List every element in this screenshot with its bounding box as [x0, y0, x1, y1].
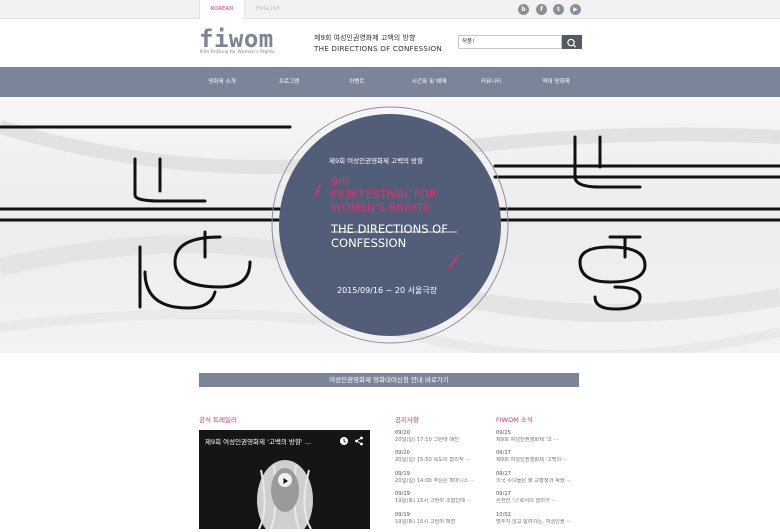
notice-date: 09/20 — [395, 430, 410, 436]
hero-theme-1: THE DIRECTIONS OF — [331, 222, 448, 236]
lang-korean-tab[interactable]: KOREAN — [199, 0, 245, 19]
news-date: 10/02 — [496, 512, 511, 518]
hero-theme-2: CONFESSION — [331, 236, 407, 250]
news-date: 09/17 — [496, 450, 511, 456]
notice-text[interactable]: 20일(일) 14:00 주님은 확마니스 ··· — [395, 478, 473, 485]
nav-item-schedule[interactable]: 시간표 및 예매 — [394, 67, 464, 97]
search-button[interactable] — [562, 35, 582, 49]
news-date: 09/25 — [496, 430, 511, 436]
festival-title-ko: 제9회 여성인권영화제 고백의 방향 — [314, 34, 416, 42]
notice-date: 09/19 — [395, 491, 410, 497]
news-text[interactable]: 멈추지 않고 달려가는, 여성인권 ··· — [496, 519, 574, 526]
notice-text[interactable]: 19일(토) 15시 그런마 초발인에 ··· — [395, 498, 473, 505]
notice-date: 09/19 — [395, 471, 410, 477]
clock-icon[interactable] — [339, 436, 349, 446]
play-icon[interactable] — [278, 473, 292, 487]
hero-festival-name-2: WOMEN'S RIGHTS — [331, 201, 431, 214]
site-logo[interactable]: fiwom Film Festival for Women's Rights — [199, 25, 279, 59]
hero-date-venue: 2015/09/16 ~ 20 서울극장 — [337, 286, 438, 295]
notice-date: 09/19 — [395, 512, 410, 518]
list-item[interactable]: 09/19 20일(일) 14:00 주님은 확마니스 ··· — [395, 471, 473, 485]
news-text[interactable]: 제9회 여성인권영화제 '고백의 ··· — [496, 457, 574, 464]
festival-title-en: THE DIRECTIONS OF CONFESSION — [314, 44, 442, 53]
notice-text[interactable]: 20일(일) 15:50 목도의 합리적 ··· — [395, 457, 473, 464]
hero-banner[interactable]: 제9회 여성인권영화제 고백의 방향 9th FILM FESTIVAL FOR… — [0, 97, 780, 353]
facebook-icon[interactable]: f — [536, 4, 547, 15]
news-text[interactable]: 제9회 여성인권영화제 '고 ··· — [496, 437, 574, 444]
notice-section-title[interactable]: 공지사항 — [395, 414, 419, 424]
blog-icon[interactable]: b — [518, 4, 529, 15]
main-nav: 영화제 소개 프로그램 이벤트 시간표 및 예매 커뮤니티 역대 영화제 — [0, 67, 780, 97]
hero-festival-ko: 제9회 여성인권영화제 고백의 방향 — [329, 157, 424, 165]
share-icon[interactable] — [354, 436, 364, 446]
trailer-section-title[interactable]: 공식 트레일러 — [199, 414, 237, 424]
list-item[interactable]: 09/25 제9회 여성인권영화제 '고 ··· — [496, 430, 574, 444]
lang-english-tab[interactable]: ENGLISH — [245, 0, 291, 19]
list-item[interactable]: 09/17 의국 수녀들은 왜 교황청과 싸웠 ··· — [496, 471, 574, 485]
list-item[interactable]: 10/02 멈추지 않고 달려가는, 여성인권 ··· — [496, 512, 574, 526]
site-header: fiwom Film Festival for Women's Rights 제… — [0, 19, 780, 67]
search-input[interactable]: 작품! — [458, 35, 562, 49]
hero-festival-name-1: FILM FESTIVAL FOR — [331, 188, 437, 201]
news-section-title[interactable]: FIWOM 소식 — [496, 414, 533, 424]
nav-item-community[interactable]: 커뮤니티 — [456, 67, 526, 97]
search-icon — [567, 38, 576, 48]
search-category-select[interactable]: 작품! — [462, 36, 474, 48]
notice-date: 09/20 — [395, 450, 410, 456]
nav-item-history[interactable]: 역대 영화제 — [521, 67, 591, 97]
nav-item-program[interactable]: 프로그램 — [254, 67, 324, 97]
list-item[interactable]: 09/20 20일(일) 15:50 목도의 합리적 ··· — [395, 450, 473, 464]
youtube-icon[interactable]: ▶ — [570, 4, 581, 15]
top-bar: KOREAN ENGLISH b f t ▶ — [0, 0, 780, 19]
notice-text[interactable]: 20일(일) 17:10 그런마 매진 — [395, 437, 473, 444]
list-item[interactable]: 09/20 20일(일) 17:10 그런마 매진 — [395, 430, 473, 444]
list-item[interactable]: 09/19 19일(토) 15시 고런마 매진 — [395, 512, 473, 526]
film-rental-notice-link[interactable]: 여성인권영화제 영화대여신청 안내 바로가기 — [199, 373, 579, 387]
list-item[interactable]: 09/17 제9회 여성인권영화제 '고백의 ··· — [496, 450, 574, 464]
list-item[interactable]: 09/17 온전한 '나'로서의 엄마가 ··· — [496, 491, 574, 505]
nav-item-event[interactable]: 이벤트 — [322, 67, 392, 97]
notice-text[interactable]: 19일(토) 15시 고런마 매진 — [395, 519, 473, 526]
logo-subtitle: Film Festival for Women's Rights — [200, 50, 275, 55]
hero-edition: 9th — [331, 175, 350, 188]
nav-item-about[interactable]: 영화제 소개 — [187, 67, 257, 97]
twitter-icon[interactable]: t — [553, 4, 564, 15]
news-date: 09/17 — [496, 491, 511, 497]
list-item[interactable]: 09/19 19일(토) 15시 그런마 초발인에 ··· — [395, 491, 473, 505]
logo-wordmark: fiwom — [199, 25, 274, 53]
video-title[interactable]: 제9회 여성인권영화제 '고백의 방향' ... — [205, 436, 311, 446]
news-text[interactable]: 의국 수녀들은 왜 교황청과 싸웠 ··· — [496, 478, 574, 485]
news-text[interactable]: 온전한 '나'로서의 엄마가 ··· — [496, 498, 574, 505]
trailer-video[interactable]: 제9회 여성인권영화제 '고백의 방향' ... — [199, 430, 370, 529]
news-date: 09/17 — [496, 471, 511, 477]
